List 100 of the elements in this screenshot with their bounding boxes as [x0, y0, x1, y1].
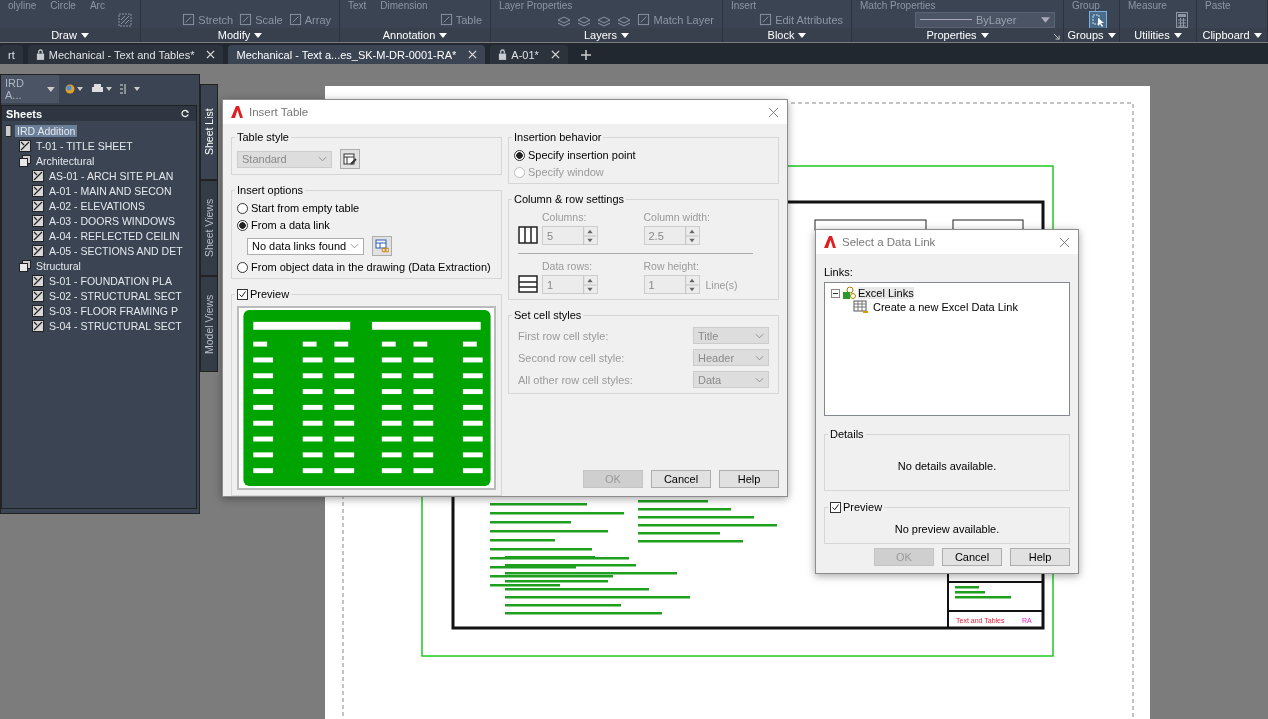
caret-icon[interactable] [621, 32, 629, 38]
sheet-set-dropdown[interactable]: IRD A... [1, 75, 59, 103]
excel-links-icon [842, 286, 856, 300]
tool-icon[interactable] [182, 13, 196, 26]
sheet-tree-item[interactable]: AS-01 - ARCH SITE PLAN [47, 169, 176, 182]
field-label: Links: [824, 266, 854, 278]
sheet-tree-item[interactable]: A-05 - SECTIONS AND DET [47, 244, 185, 257]
sheet-tree-item[interactable]: Structural [34, 259, 83, 272]
globe-icon[interactable] [65, 84, 85, 94]
ribbon-panel-title[interactable]: Block [767, 29, 795, 41]
radio-label: From a data link [251, 219, 330, 231]
caret-icon[interactable] [1173, 32, 1182, 38]
data-link-button[interactable] [372, 236, 392, 256]
sheet-subset-icon [19, 154, 31, 167]
ribbon-panel-title[interactable]: Layers [584, 29, 617, 41]
data-link-dropdown[interactable]: No data links found [247, 237, 364, 255]
checkbox[interactable] [237, 289, 248, 300]
sheet-tree-item[interactable]: S-02 - STRUCTURAL SECT [47, 289, 184, 302]
app-logo-icon [231, 106, 243, 118]
sheet-icon [32, 274, 44, 287]
caret-icon[interactable] [798, 32, 807, 38]
radio-label: Specify insertion point [528, 149, 636, 161]
sheet-tree-item[interactable]: A-04 - REFLECTED CEILIN [47, 229, 182, 242]
dialog-title: Insert Table [249, 106, 310, 118]
caret-icon[interactable] [80, 32, 89, 38]
tool-icon[interactable] [637, 13, 651, 26]
collapse-icon[interactable] [831, 288, 840, 298]
group-label: Insert options [235, 184, 306, 197]
unit-label: Line(s) [705, 278, 738, 291]
radio-button[interactable] [237, 202, 248, 214]
tool-icon[interactable] [439, 13, 453, 26]
sheet-icon [32, 184, 44, 197]
caret-icon[interactable] [47, 86, 55, 92]
tree-item[interactable]: Excel Links [858, 287, 914, 299]
field-label: Row height: [643, 260, 700, 272]
sheet-tree-item[interactable]: T-01 - TITLE SHEET [34, 139, 135, 152]
radio-button[interactable] [237, 261, 248, 273]
group-select-icon[interactable] [1089, 10, 1107, 29]
caret-icon[interactable] [439, 32, 448, 38]
sheet-tree-item[interactable]: IRD Addition [15, 124, 78, 137]
dialog-button[interactable]: Help [719, 470, 779, 488]
group-label: Table style [235, 131, 291, 144]
tool-icon[interactable] [239, 13, 253, 26]
tree-item[interactable]: Create a new Excel Data Link [873, 301, 1018, 313]
sheet-subset-icon [19, 259, 31, 272]
table-style-button[interactable] [340, 149, 360, 169]
field-label: Second row cell style: [518, 351, 625, 364]
table-link-icon [853, 300, 869, 314]
sheet-tree-item[interactable]: S-03 - FLOOR FRAMING P [47, 304, 180, 317]
sheet-icon [19, 139, 31, 152]
sheet-tree-item[interactable]: A-03 - DOORS WINDOWS [47, 214, 177, 227]
caret-icon[interactable] [1253, 32, 1262, 38]
group-label: Column & row settings [512, 193, 627, 206]
sheet-tree-item[interactable]: A-02 - ELEVATIONS [47, 199, 147, 212]
side-tab[interactable]: Model Views [200, 276, 218, 372]
sheet-icon [32, 169, 44, 182]
dialog-button[interactable]: Cancel [651, 470, 711, 488]
radio-button[interactable] [514, 149, 525, 161]
dialog-button[interactable]: Help [1010, 548, 1070, 566]
tool-icon[interactable] [288, 13, 302, 26]
radio-button[interactable] [237, 219, 248, 231]
ribbon-panel-title[interactable]: Modify [217, 29, 251, 41]
dialog-launcher-icon[interactable] [1053, 33, 1060, 40]
sheet-tree-item[interactable]: S-01 - FOUNDATION PLA [47, 274, 174, 287]
document-tab[interactable]: A-01* [490, 45, 568, 64]
side-tab[interactable]: Sheet Views [200, 180, 218, 276]
checkbox[interactable] [830, 502, 841, 514]
tool-icon[interactable] [759, 13, 773, 26]
field-label: Columns: [542, 211, 588, 223]
preview-message: No preview available. [894, 521, 1000, 537]
title-block-notes-drawing [955, 586, 1011, 599]
lock-icon [498, 49, 508, 60]
sheet-icon [32, 214, 44, 227]
document-tab[interactable]: Mechanical - Text a...es_SK-M-DR-0001-RA* [228, 45, 486, 64]
refresh-icon[interactable] [181, 109, 190, 118]
sheet-icon [32, 199, 44, 212]
side-tab[interactable]: Sheet List [200, 84, 218, 180]
radio-label: From object data in the drawing (Data Extraction) [251, 261, 491, 273]
lock-icon [35, 49, 45, 60]
sheet-icon [32, 289, 44, 302]
dialog-button[interactable]: Cancel [942, 548, 1002, 566]
caret-icon[interactable] [1107, 32, 1116, 38]
list-options-icon[interactable] [119, 83, 141, 95]
sheet-tree-item[interactable]: A-01 - MAIN AND SECON [47, 184, 174, 197]
ribbon-panel-title[interactable]: Draw [51, 29, 77, 41]
sheet-icon [32, 229, 44, 242]
group-label: Insertion behavior [512, 131, 604, 144]
group-label: Set cell styles [512, 309, 584, 322]
details-message: No details available. [897, 458, 997, 474]
app-logo-icon [824, 236, 836, 248]
new-tab-icon[interactable] [580, 50, 591, 60]
sheet-tree-item[interactable]: Architectural [34, 154, 97, 167]
caret-icon[interactable] [254, 32, 263, 38]
sheet-tree-item[interactable]: S-04 - STRUCTURAL SECT [47, 319, 184, 332]
caret-icon[interactable] [980, 32, 989, 38]
printer-icon[interactable] [91, 83, 113, 95]
document-tab[interactable]: rt [0, 45, 23, 64]
hatch-icon[interactable] [118, 12, 132, 27]
document-tab[interactable]: Mechanical - Text and Tables* [27, 45, 224, 64]
sheet-icon [32, 304, 44, 317]
